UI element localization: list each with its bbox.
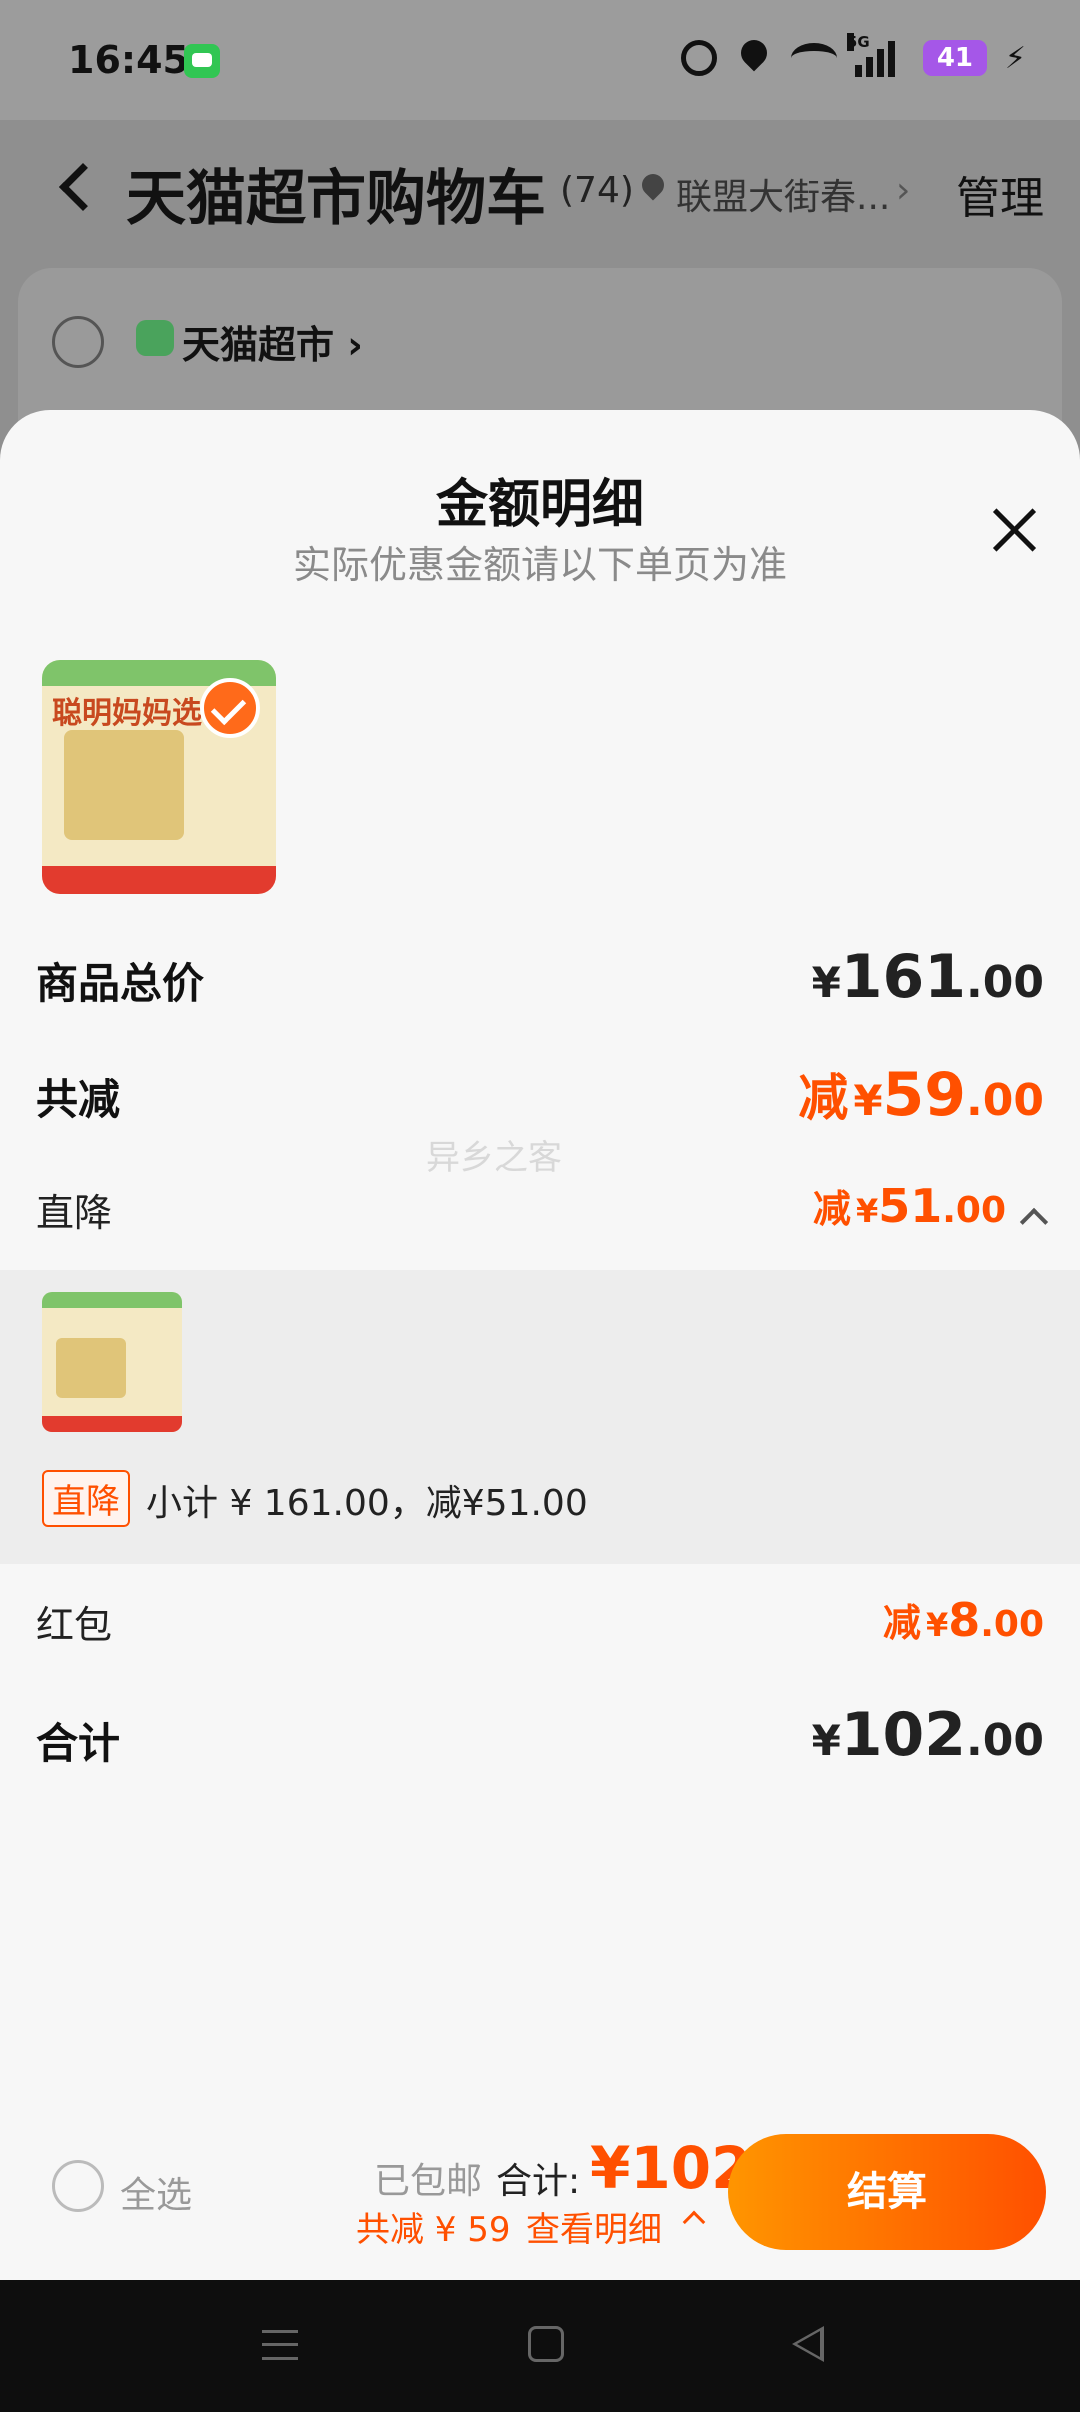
view-detail-link[interactable]: 查看明细 bbox=[526, 2202, 662, 2251]
total-price-label: 商品总价 bbox=[36, 959, 205, 1008]
total-discount-label: 共减 bbox=[36, 1075, 121, 1124]
status-bar: 16:45 5G 41 ⚡ bbox=[0, 0, 1080, 120]
back-icon[interactable] bbox=[58, 162, 108, 212]
chevron-right-icon[interactable]: › bbox=[896, 170, 910, 211]
selected-check-icon bbox=[200, 678, 260, 738]
amount-detail-sheet: 金额明细 实际优惠金额请以下单页为准 聪明妈妈选 商品总价 ¥161.00 共减… bbox=[0, 410, 1080, 2280]
total-price-value: ¥161.00 bbox=[811, 942, 1044, 1012]
total-discount-value: 减 ¥59.00 bbox=[798, 1060, 1044, 1130]
location-icon bbox=[735, 38, 773, 78]
wifi-icon bbox=[790, 43, 837, 73]
select-all-label[interactable]: 全选 bbox=[120, 2166, 192, 2218]
total-label: 合计: bbox=[496, 2161, 581, 2202]
grand-total-value: ¥102.00 bbox=[811, 1700, 1044, 1770]
direct-discount-row[interactable]: 直降 减 ¥51.00 bbox=[36, 1178, 1049, 1236]
direct-discount-tag: 直降 bbox=[42, 1470, 130, 1527]
subtotal-text: 小计 ¥ 161.00，减¥51.00 bbox=[146, 1483, 588, 1524]
red-packet-row: 红包 减 ¥8.00 bbox=[36, 1592, 1044, 1648]
manage-button[interactable]: 管理 bbox=[956, 162, 1044, 226]
total-discount-row: 共减 减 ¥59.00 bbox=[36, 1058, 1044, 1130]
grand-total-row: 合计 ¥102.00 bbox=[36, 1700, 1044, 1770]
page-title: 天猫超市购物车 bbox=[126, 164, 546, 234]
store-select-radio[interactable] bbox=[52, 316, 104, 368]
status-icons: 5G 41 ⚡ bbox=[680, 33, 1026, 78]
close-icon[interactable] bbox=[990, 506, 1040, 556]
store-name[interactable]: 天猫超市 › bbox=[182, 314, 363, 369]
saving-text: 共减 ¥ 59 bbox=[356, 2210, 511, 2250]
free-shipping-text: 已包邮 bbox=[374, 2161, 483, 2202]
checkout-button[interactable]: 结算 bbox=[728, 2134, 1046, 2250]
sheet-subtitle: 实际优惠金额请以下单页为准 bbox=[292, 543, 787, 587]
select-all-radio[interactable] bbox=[52, 2160, 104, 2212]
sheet-title: 金额明细 bbox=[435, 475, 644, 535]
red-packet-value: 减 ¥8.00 bbox=[882, 1593, 1044, 1647]
status-time: 16:45 bbox=[68, 38, 189, 82]
cart-count: (74) bbox=[560, 170, 634, 211]
direct-discount-detail: 直降 小计 ¥ 161.00，减¥51.00 bbox=[0, 1270, 1080, 1564]
checkout-bar: 全选 已包邮 合计: ¥102 共减 ¥ 59 查看明细 结算 bbox=[0, 2090, 1080, 2280]
charging-icon: ⚡ bbox=[1004, 40, 1026, 76]
network-label: 5G bbox=[846, 33, 870, 51]
tmall-supermarket-logo-icon bbox=[136, 320, 174, 356]
product-mini-image bbox=[42, 1292, 182, 1432]
cart-header: 天猫超市购物车 (74) 联盟大街春... › 管理 bbox=[0, 140, 1080, 240]
delivery-location[interactable]: 联盟大街春... bbox=[676, 168, 890, 220]
battery-icon: 41 bbox=[922, 40, 987, 76]
chevron-up-icon[interactable] bbox=[1019, 1207, 1049, 1236]
watermark: 异乡之客 bbox=[426, 1138, 562, 1178]
system-nav-bar bbox=[0, 2280, 1080, 2412]
message-icon bbox=[184, 44, 220, 78]
product-image-text: 聪明妈妈选 bbox=[52, 696, 202, 731]
nav-back-icon[interactable] bbox=[792, 2326, 824, 2362]
direct-discount-label: 直降 bbox=[36, 1191, 113, 1235]
direct-discount-value: 减 ¥51.00 bbox=[813, 1178, 1049, 1236]
total-price-row: 商品总价 ¥161.00 bbox=[36, 942, 1044, 1012]
signal-icon: 5G bbox=[846, 33, 905, 77]
alarm-icon bbox=[680, 40, 717, 76]
location-pin-icon bbox=[637, 169, 669, 201]
recent-apps-icon[interactable] bbox=[262, 2330, 298, 2360]
chevron-up-small-icon[interactable] bbox=[682, 2210, 706, 2234]
red-packet-label: 红包 bbox=[36, 1603, 113, 1647]
home-icon[interactable] bbox=[528, 2326, 564, 2362]
grand-total-label: 合计 bbox=[36, 1719, 121, 1768]
